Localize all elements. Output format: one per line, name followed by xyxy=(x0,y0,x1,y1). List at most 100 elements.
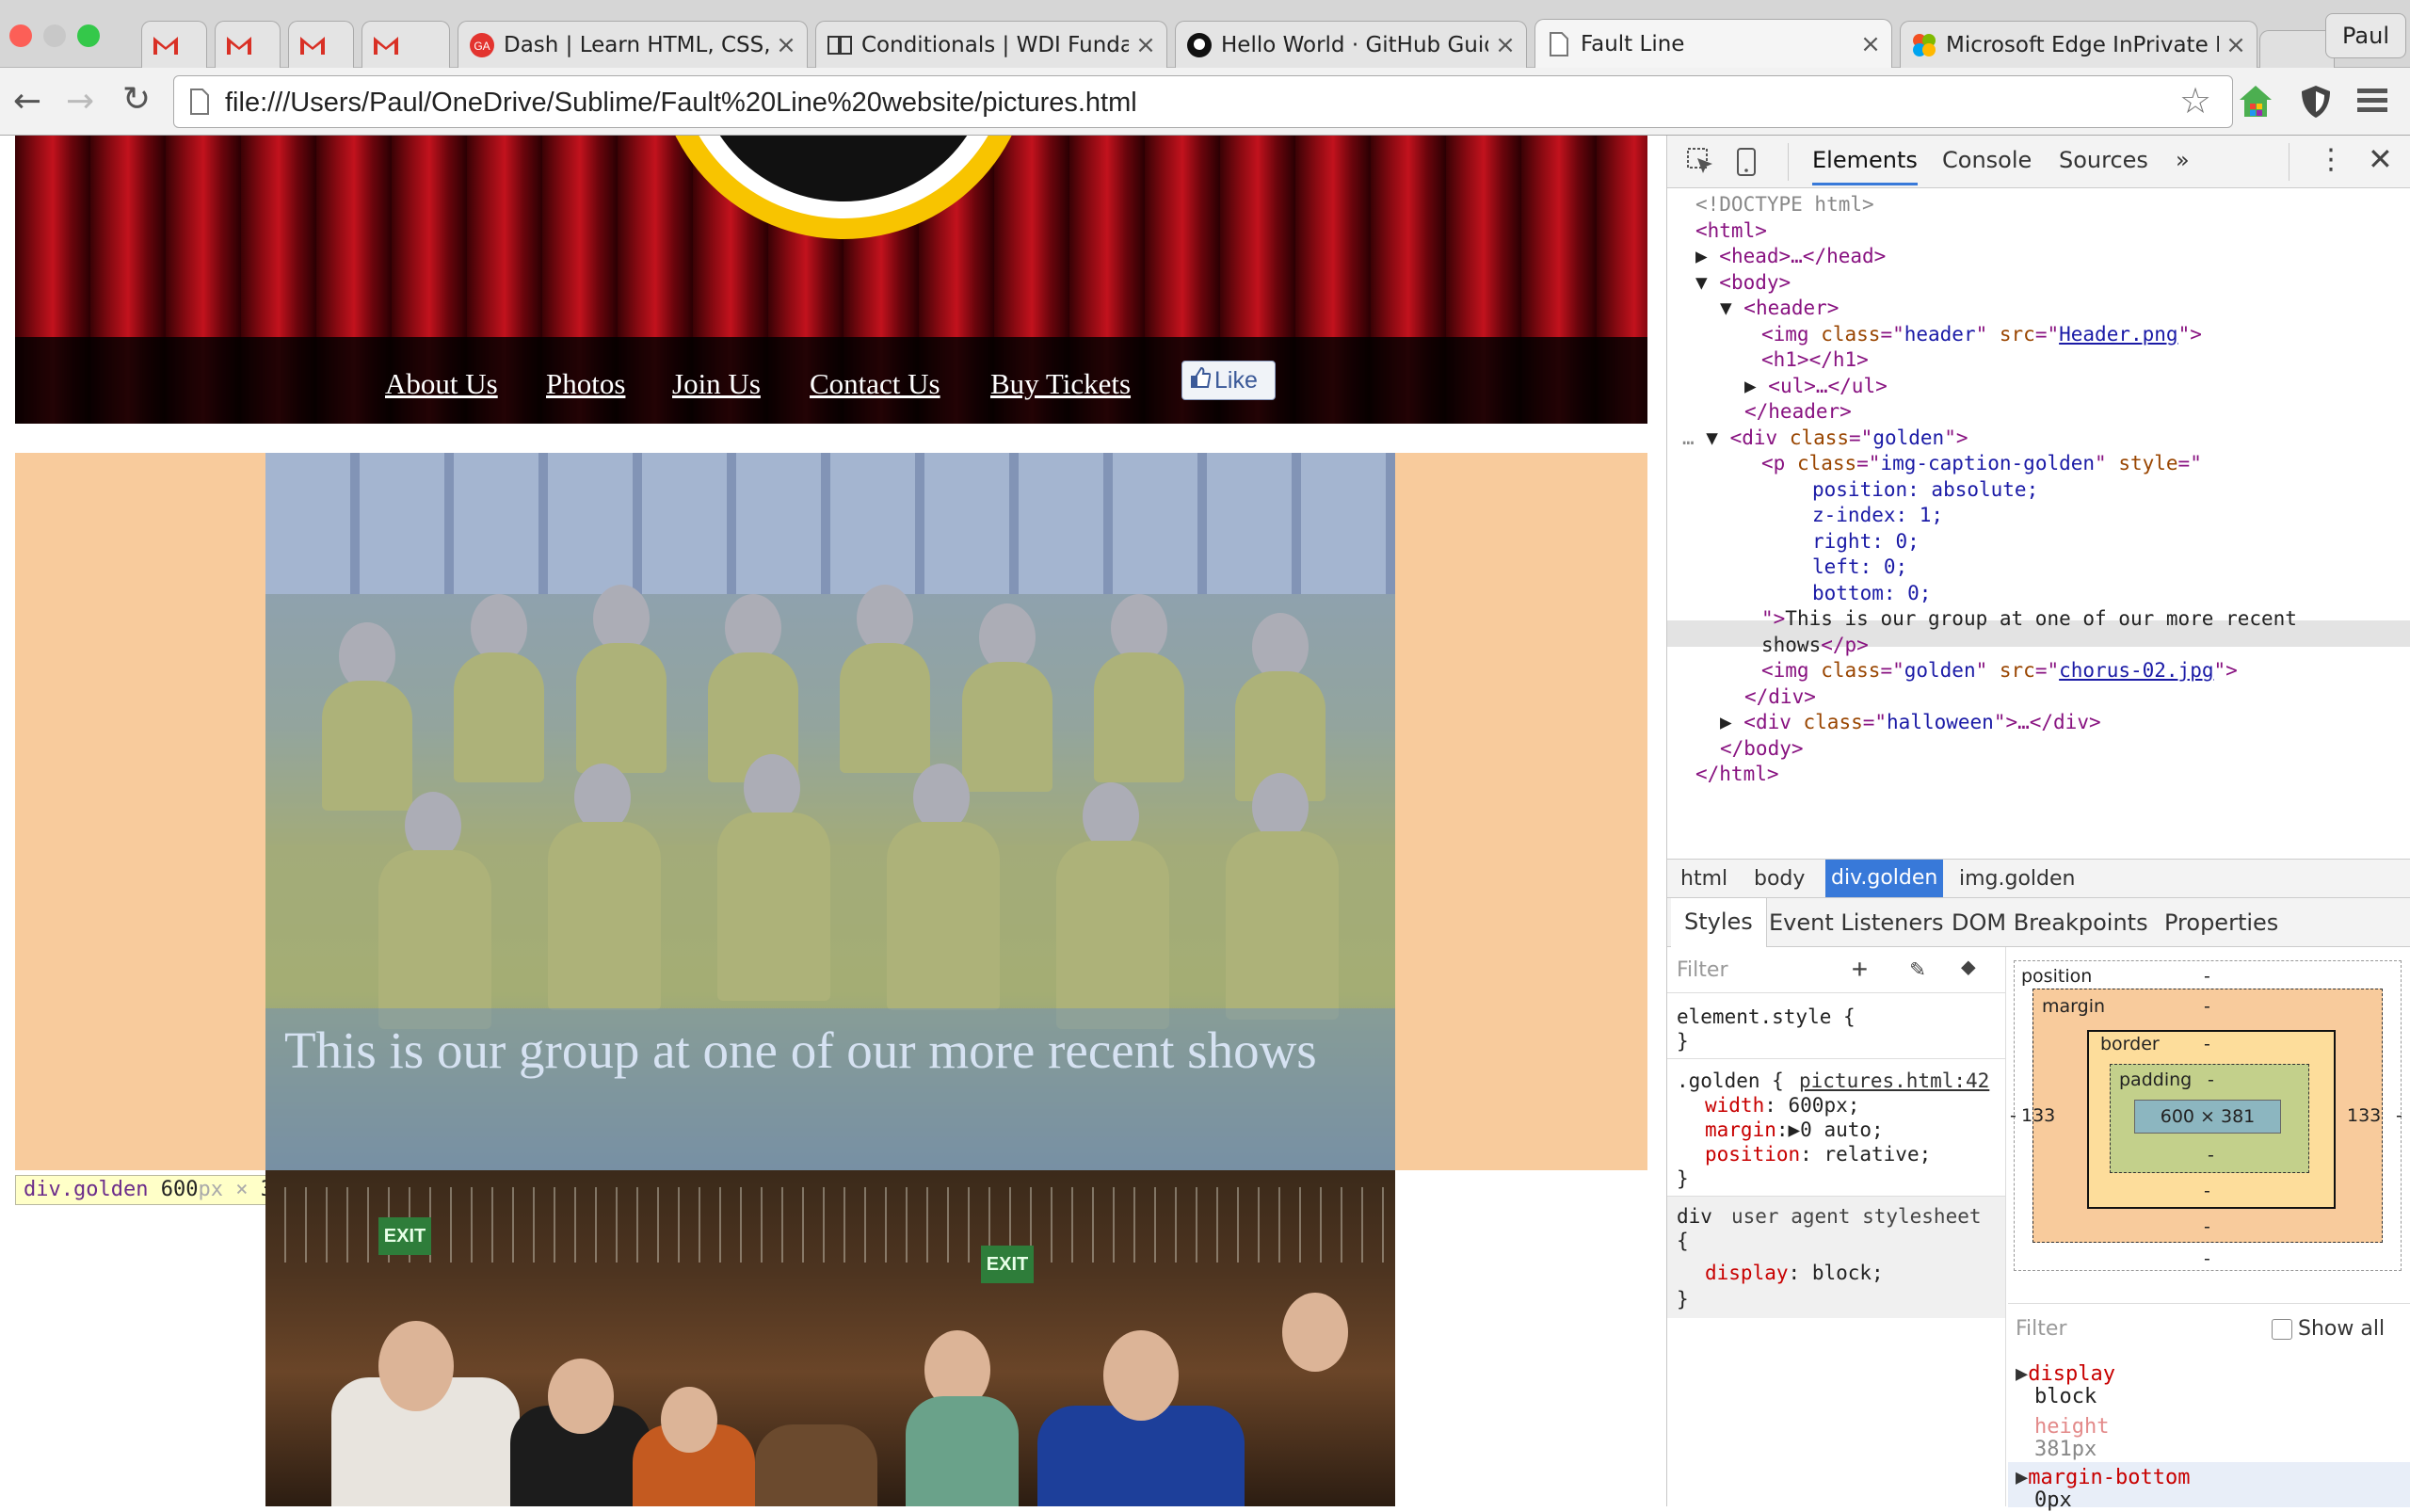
tab-console[interactable]: Console xyxy=(1942,147,2032,173)
style-declaration[interactable]: width: 600px; xyxy=(1705,1094,1859,1117)
ua-label: user agent stylesheet xyxy=(1731,1205,1982,1228)
h1-node[interactable]: <h1></h1> xyxy=(1761,347,1869,374)
src-link[interactable]: Header.png xyxy=(2059,323,2177,346)
margin-left-dash: - xyxy=(2010,1105,2016,1126)
crumb-div-golden[interactable]: div.golden xyxy=(1825,860,1944,897)
nav-buy-tickets[interactable]: Buy Tickets xyxy=(990,367,1131,401)
inspect-element-icon[interactable] xyxy=(1686,147,1716,181)
tab-gmail-4[interactable] xyxy=(362,21,450,68)
tab-fault-line[interactable]: Fault Line × xyxy=(1534,19,1892,69)
close-tab-icon[interactable]: × xyxy=(775,31,797,59)
more-tabs-button[interactable]: » xyxy=(2176,147,2190,173)
html-node[interactable]: <html> xyxy=(1695,218,1767,245)
close-tab-icon[interactable]: × xyxy=(1494,31,1517,59)
computed-prop[interactable]: ▶display xyxy=(2016,1362,2115,1386)
chorus-photo: This is our group at one of our more rec… xyxy=(265,453,1395,1170)
profile-button[interactable]: Paul xyxy=(2325,13,2406,58)
attr-value: golden xyxy=(1904,659,1976,682)
nav-photos[interactable]: Photos xyxy=(546,367,625,401)
address-bar[interactable]: file:///Users/Paul/OneDrive/Sublime/Faul… xyxy=(173,75,2233,128)
book-icon xyxy=(826,31,854,59)
add-rule-icon[interactable]: + xyxy=(1852,953,1868,984)
reload-icon[interactable]: ↻ xyxy=(122,81,151,119)
prop-value: ▶0 auto; xyxy=(1788,1118,1884,1141)
attr-value: header xyxy=(1904,322,1976,346)
tab-gmail-2[interactable] xyxy=(215,21,281,68)
nav-about-us[interactable]: About Us xyxy=(385,367,498,401)
tab-title: Dash | Learn HTML, CSS, a xyxy=(504,32,769,57)
minimize-window-button[interactable] xyxy=(43,24,66,47)
like-label: Like xyxy=(1214,366,1258,394)
ul-node[interactable]: ▶ <ul>…</ul> xyxy=(1744,374,1888,400)
img-golden-node[interactable]: <img class="golden" src="chorus-02.jpg"> xyxy=(1761,658,2238,684)
prop-value: 0px xyxy=(2034,1488,2072,1512)
p-text: shows xyxy=(1761,633,1822,656)
extension-house-icon[interactable] xyxy=(2237,83,2274,124)
p-caption-node[interactable]: <p class="img-caption-golden" style=" xyxy=(1761,451,2202,477)
doctype-node[interactable]: <!DOCTYPE html> xyxy=(1695,192,1874,218)
header-node[interactable]: ▼ <header> xyxy=(1720,296,1839,322)
close-devtools-icon[interactable]: ✕ xyxy=(2368,141,2393,177)
tab-styles[interactable]: Styles xyxy=(1671,898,1767,947)
tab-edge[interactable]: Microsoft Edge InPrivate B × xyxy=(1900,21,2257,68)
forward-icon[interactable]: → xyxy=(66,85,94,119)
source-link[interactable]: pictures.html:42 xyxy=(1799,1070,1989,1092)
menu-icon[interactable] xyxy=(2355,85,2389,121)
box-model: position - margin - border - padding - 6… xyxy=(2008,947,2410,1324)
tab-elements[interactable]: Elements xyxy=(1812,147,1918,185)
facebook-like-button[interactable]: Like xyxy=(1181,361,1276,400)
zoom-window-button[interactable] xyxy=(77,24,100,47)
tab-conditionals[interactable]: Conditionals | WDI Fundam × xyxy=(815,21,1167,68)
close-tab-icon[interactable]: × xyxy=(2225,31,2247,59)
crumb-html[interactable]: html xyxy=(1680,867,1727,891)
site-logo xyxy=(655,136,1032,239)
style-declaration[interactable]: position: relative; xyxy=(1705,1143,1931,1166)
src-link[interactable]: chorus-02.jpg xyxy=(2059,659,2213,682)
prop-name: width xyxy=(1705,1094,1765,1117)
extension-shield-icon[interactable] xyxy=(2297,83,2335,124)
body-node[interactable]: ▼ <body> xyxy=(1695,270,1791,297)
crumb-img-golden[interactable]: img.golden xyxy=(1959,867,2075,891)
tab-github[interactable]: Hello World · GitHub Guide × xyxy=(1175,21,1527,68)
nav-join-us[interactable]: Join Us xyxy=(672,367,761,401)
exit-sign: EXIT xyxy=(981,1246,1034,1283)
tab-dash[interactable]: GA Dash | Learn HTML, CSS, a × xyxy=(458,21,808,68)
tab-title: Fault Line xyxy=(1581,32,1685,56)
tooltip-unit: px xyxy=(198,1178,223,1201)
devtools-toolbar: Elements Console Sources » ⋮ ✕ xyxy=(1667,136,2410,188)
back-icon[interactable]: ← xyxy=(13,85,41,119)
tab-sources[interactable]: Sources xyxy=(2059,147,2148,173)
tab-dom-breakpoints[interactable]: DOM Breakpoints xyxy=(1952,909,2148,936)
tab-event-listeners[interactable]: Event Listeners xyxy=(1769,909,1943,936)
head-node[interactable]: ▶ <head>…</head> xyxy=(1695,244,1886,270)
nav-contact-us[interactable]: Contact Us xyxy=(810,367,940,401)
close-tab-icon[interactable]: × xyxy=(1134,31,1157,59)
close-tab-icon[interactable]: × xyxy=(1859,30,1882,58)
crumb-body[interactable]: body xyxy=(1754,867,1805,891)
computed-filter-input[interactable]: Filter xyxy=(2016,1317,2066,1341)
div-golden-node[interactable]: … ▼ <div class="golden"> xyxy=(1682,426,1968,452)
page-icon xyxy=(1545,30,1573,58)
img-header-node[interactable]: <img class="header" src="Header.png"> xyxy=(1761,322,2202,348)
show-all-checkbox[interactable] xyxy=(2272,1319,2292,1340)
head-text: <head>…</head> xyxy=(1719,245,1887,267)
device-mode-icon[interactable] xyxy=(1735,147,1758,181)
tab-gmail-1[interactable] xyxy=(141,21,207,68)
toggle-state-icon[interactable]: ◆ xyxy=(1961,953,1976,981)
new-tab-button[interactable] xyxy=(2259,30,2335,68)
prop-name: display xyxy=(1705,1262,1789,1284)
computed-prop[interactable]: ▶margin-bottom xyxy=(2016,1466,2190,1489)
tab-gmail-3[interactable] xyxy=(288,21,354,68)
div-halloween-node[interactable]: ▶ <div class="halloween">…</div> xyxy=(1720,710,2101,736)
tab-properties[interactable]: Properties xyxy=(2164,909,2278,936)
kebab-menu-icon[interactable]: ⋮ xyxy=(2317,143,2345,176)
styles-filter-input[interactable]: Filter xyxy=(1677,958,1727,982)
bookmark-star-icon[interactable]: ☆ xyxy=(2179,82,2211,120)
p-text-line: shows</p> xyxy=(1761,633,1869,656)
style-line: bottom: 0; xyxy=(1812,581,1932,604)
style-declaration[interactable]: margin:▶0 auto; xyxy=(1705,1118,1884,1141)
pin-icon[interactable]: ✎ xyxy=(1910,955,1925,983)
close-window-button[interactable] xyxy=(9,24,32,47)
svg-text:GA: GA xyxy=(474,40,490,53)
web-page: About Us Photos Join Us Contact Us Buy T… xyxy=(0,136,1666,1506)
